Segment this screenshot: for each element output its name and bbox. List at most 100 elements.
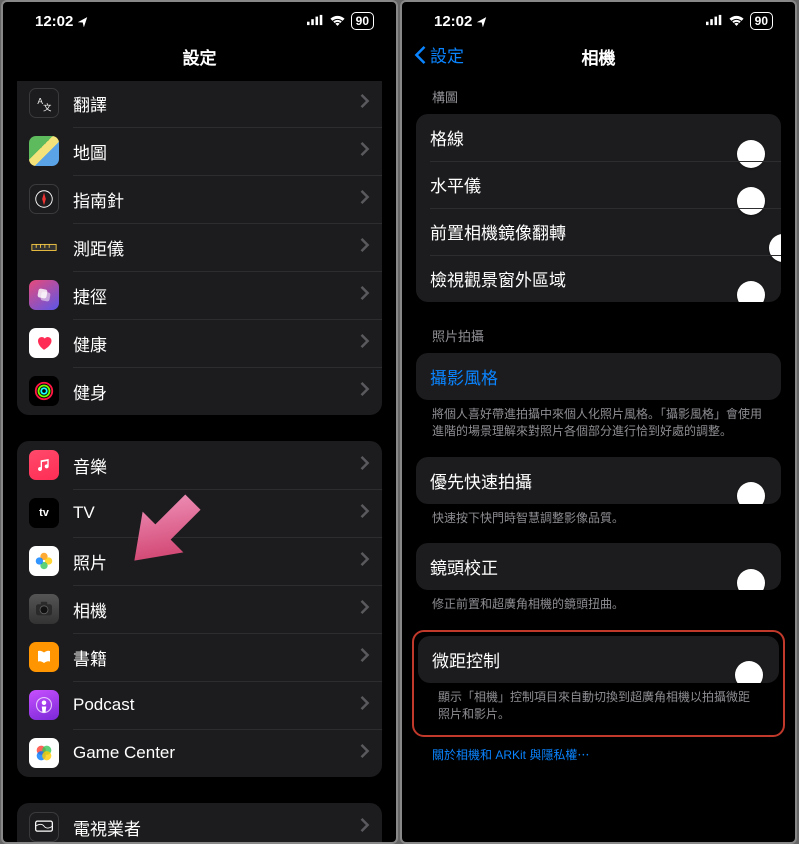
chevron-right-icon bbox=[360, 744, 370, 763]
settings-row-gamecenter[interactable]: Game Center bbox=[17, 729, 382, 777]
photographic-styles-row[interactable]: 攝影風格 bbox=[416, 353, 781, 400]
settings-row-fitness[interactable]: 健身 bbox=[17, 367, 382, 415]
macro-footer: 顯示「相機」控制項目來自動切換到超廣角相機以拍攝微距照片和影片。 bbox=[418, 683, 779, 732]
styles-footer: 將個人喜好帶進拍攝中來個人化照片風格。「攝影風格」會使用進階的場景理解來對照片各… bbox=[402, 400, 795, 457]
chevron-right-icon bbox=[360, 382, 370, 401]
macro-control-row[interactable]: 微距控制 bbox=[418, 636, 779, 683]
settings-row-tvprovider[interactable]: 電視業者 bbox=[17, 803, 382, 844]
settings-row-health[interactable]: 健康 bbox=[17, 319, 382, 367]
macro-highlight: 微距控制 顯示「相機」控制項目來自動切換到超廣角相機以拍攝微距照片和影片。 bbox=[412, 630, 785, 738]
toggle-row[interactable]: 格線 bbox=[416, 114, 781, 161]
page-title: 相機 bbox=[582, 49, 616, 68]
settings-screen: 12:02 90 設定 A文翻譯地圖指南針測距儀捷徑健康健身 音樂 tv TV 照片相… bbox=[1, 0, 398, 844]
section-header-photo: 照片拍攝 bbox=[402, 302, 795, 353]
settings-row-maps[interactable]: 地圖 bbox=[17, 127, 382, 175]
chevron-right-icon bbox=[360, 334, 370, 353]
battery-icon: 90 bbox=[351, 12, 374, 30]
row-label: 照片 bbox=[73, 549, 360, 574]
row-label: 音樂 bbox=[73, 453, 360, 478]
podcasts-icon bbox=[29, 690, 59, 720]
chevron-right-icon bbox=[360, 504, 370, 523]
compass-icon bbox=[29, 184, 59, 214]
settings-row-compass[interactable]: 指南針 bbox=[17, 175, 382, 223]
chevron-right-icon bbox=[360, 696, 370, 715]
nav-bar: 設定 bbox=[3, 36, 396, 81]
status-time: 12:02 bbox=[434, 13, 489, 30]
nav-bar: 設定 相機 bbox=[402, 36, 795, 81]
health-icon bbox=[29, 328, 59, 358]
settings-row-measure[interactable]: 測距儀 bbox=[17, 223, 382, 271]
composition-group: 格線水平儀前置相機鏡像翻轉檢視觀景窗外區域 bbox=[416, 114, 781, 302]
lens-label: 鏡頭校正 bbox=[430, 554, 767, 579]
chevron-right-icon bbox=[360, 818, 370, 837]
row-label: TV bbox=[73, 503, 360, 523]
camera-icon bbox=[29, 594, 59, 624]
svg-text:文: 文 bbox=[43, 103, 52, 113]
row-label: Podcast bbox=[73, 695, 360, 715]
settings-group-2: 音樂 tv TV 照片相機書籍 Podcast Game Center bbox=[17, 441, 382, 777]
row-label: 電視業者 bbox=[73, 815, 360, 840]
signal-icon bbox=[706, 13, 723, 30]
row-label: 相機 bbox=[73, 597, 360, 622]
toggle-row[interactable]: 水平儀 bbox=[416, 161, 781, 208]
row-label: 捷徑 bbox=[73, 283, 360, 308]
row-label: 格線 bbox=[430, 125, 767, 150]
row-label: 健身 bbox=[73, 379, 360, 404]
row-label: 檢視觀景窗外區域 bbox=[430, 266, 767, 291]
settings-group-1: A文翻譯地圖指南針測距儀捷徑健康健身 bbox=[17, 81, 382, 415]
translate-icon: A文 bbox=[29, 88, 59, 118]
prioritize-faster-shooting-row[interactable]: 優先快速拍攝 bbox=[416, 457, 781, 504]
lens-correction-row[interactable]: 鏡頭校正 bbox=[416, 543, 781, 590]
status-bar: 12:02 90 bbox=[402, 2, 795, 36]
row-label: 測距儀 bbox=[73, 235, 360, 260]
settings-row-translate[interactable]: A文翻譯 bbox=[17, 81, 382, 127]
photographic-styles-label: 攝影風格 bbox=[430, 364, 767, 389]
macro-group: 微距控制 bbox=[418, 636, 779, 683]
music-icon bbox=[29, 450, 59, 480]
chevron-right-icon bbox=[360, 600, 370, 619]
chevron-right-icon bbox=[360, 648, 370, 667]
wifi-icon bbox=[329, 13, 346, 30]
settings-row-photos[interactable]: 照片 bbox=[17, 537, 382, 585]
fast-footer: 快速按下快門時智慧調整影像品質。 bbox=[402, 504, 795, 543]
settings-row-tv[interactable]: tv TV bbox=[17, 489, 382, 537]
settings-row-shortcuts[interactable]: 捷徑 bbox=[17, 271, 382, 319]
battery-icon: 90 bbox=[750, 12, 773, 30]
row-label: 地圖 bbox=[73, 139, 360, 164]
back-button[interactable]: 設定 bbox=[414, 42, 464, 67]
toggle-row[interactable]: 檢視觀景窗外區域 bbox=[416, 255, 781, 302]
measure-icon bbox=[29, 232, 59, 262]
gamecenter-icon bbox=[29, 738, 59, 768]
settings-row-podcasts[interactable]: Podcast bbox=[17, 681, 382, 729]
lens-group: 鏡頭校正 bbox=[416, 543, 781, 590]
status-bar: 12:02 90 bbox=[3, 2, 396, 36]
lens-footer: 修正前置和超廣角相機的鏡頭扭曲。 bbox=[402, 590, 795, 629]
settings-row-camera[interactable]: 相機 bbox=[17, 585, 382, 633]
chevron-right-icon bbox=[360, 456, 370, 475]
settings-row-music[interactable]: 音樂 bbox=[17, 441, 382, 489]
tv-icon: tv bbox=[29, 498, 59, 528]
row-label: 翻譯 bbox=[73, 91, 360, 116]
row-label: 前置相機鏡像翻轉 bbox=[430, 219, 767, 244]
chevron-right-icon bbox=[360, 94, 370, 113]
back-label: 設定 bbox=[430, 42, 464, 67]
tvprovider-icon bbox=[29, 812, 59, 842]
maps-icon bbox=[29, 136, 59, 166]
section-header-composition: 構圖 bbox=[402, 81, 795, 114]
photos-icon bbox=[29, 546, 59, 576]
chevron-right-icon bbox=[360, 552, 370, 571]
row-label: 書籍 bbox=[73, 645, 360, 670]
settings-group-3: 電視業者 bbox=[17, 803, 382, 844]
photo-styles-group: 攝影風格 bbox=[416, 353, 781, 400]
chevron-right-icon bbox=[360, 190, 370, 209]
wifi-icon bbox=[728, 13, 745, 30]
toggle-row[interactable]: 前置相機鏡像翻轉 bbox=[416, 208, 781, 255]
chevron-right-icon bbox=[360, 286, 370, 305]
fast-group: 優先快速拍攝 bbox=[416, 457, 781, 504]
macro-label: 微距控制 bbox=[432, 647, 765, 672]
fitness-icon bbox=[29, 376, 59, 406]
signal-icon bbox=[307, 13, 324, 30]
settings-row-books[interactable]: 書籍 bbox=[17, 633, 382, 681]
camera-settings-screen: 12:02 90 設定 相機 構圖 格線水平儀前置相機鏡像翻轉檢視觀景窗外區域 … bbox=[400, 0, 797, 844]
privacy-link[interactable]: 關於相機和 ARKit 與隱私權⋯ bbox=[432, 748, 589, 762]
